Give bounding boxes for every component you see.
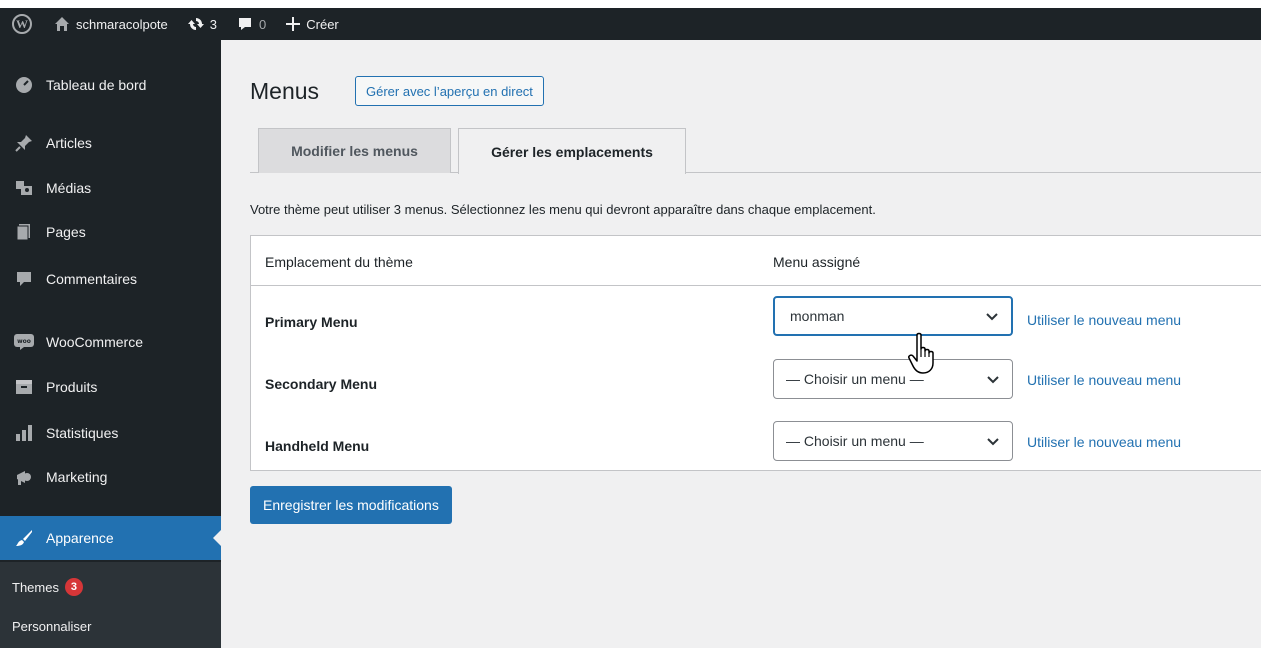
- woocommerce-icon: woo: [14, 332, 34, 352]
- admin-sidebar: Tableau de bord Articles Médias Pages Co…: [0, 40, 221, 648]
- sidebar-item-woocommerce[interactable]: woo WooCommerce: [0, 325, 221, 359]
- pages-icon: [14, 222, 34, 242]
- top-strip: [0, 0, 1261, 8]
- sidebar-item-medias[interactable]: Médias: [0, 171, 221, 205]
- sidebar-item-label: Produits: [46, 379, 98, 395]
- sidebar-item-label: Apparence: [46, 530, 114, 546]
- select-value: monman: [790, 308, 845, 324]
- use-new-menu-link-handheld[interactable]: Utiliser le nouveau menu: [1027, 434, 1181, 450]
- media-icon: [14, 178, 34, 198]
- primary-menu-select[interactable]: monman: [773, 296, 1013, 336]
- home-icon: [55, 17, 69, 31]
- use-new-menu-link-secondary[interactable]: Utiliser le nouveau menu: [1027, 372, 1181, 388]
- location-label-secondary: Secondary Menu: [265, 376, 378, 392]
- wordpress-icon: W: [12, 14, 32, 34]
- updates-count: 3: [209, 16, 218, 32]
- comment-icon: [14, 269, 34, 289]
- dashboard-icon: [14, 75, 34, 95]
- sidebar-item-articles[interactable]: Articles: [0, 126, 221, 160]
- wp-logo-menu[interactable]: W: [0, 8, 44, 40]
- site-name-menu[interactable]: schmaracolpote: [44, 8, 178, 40]
- sidebar-item-label: Médias: [46, 180, 92, 196]
- location-label-primary: Primary Menu: [265, 314, 358, 330]
- products-icon: [14, 377, 34, 397]
- submenu-item-themes[interactable]: Themes 3: [12, 578, 83, 596]
- svg-text:woo: woo: [17, 338, 31, 345]
- sidebar-item-label: WooCommerce: [46, 334, 143, 350]
- chevron-down-icon: [987, 438, 999, 446]
- comments-menu[interactable]: 0: [227, 8, 276, 40]
- select-value: — Choisir un menu —: [786, 371, 924, 387]
- tab-edit-menus[interactable]: Modifier les menus: [258, 128, 451, 173]
- active-indicator: [213, 530, 221, 546]
- new-label: Créer: [306, 16, 339, 32]
- page-title: Menus: [250, 78, 320, 104]
- manage-live-preview-button[interactable]: Gérer avec l’aperçu en direct: [355, 76, 544, 106]
- chevron-down-icon: [986, 313, 998, 321]
- brush-icon: [14, 528, 34, 548]
- submenu-item-label: Themes: [12, 579, 59, 595]
- sidebar-item-label: Marketing: [46, 469, 108, 485]
- sidebar-item-produits[interactable]: Produits: [0, 370, 221, 404]
- select-value: — Choisir un menu —: [786, 433, 924, 449]
- sidebar-item-dashboard[interactable]: Tableau de bord: [0, 68, 221, 102]
- comments-count: 0: [259, 16, 267, 32]
- updates-icon: [187, 18, 204, 30]
- pin-icon: [14, 133, 34, 153]
- sidebar-item-label: Tableau de bord: [46, 77, 147, 93]
- hand-cursor-icon: [908, 332, 934, 374]
- handheld-menu-select[interactable]: — Choisir un menu —: [773, 421, 1013, 461]
- sidebar-item-comments[interactable]: Commentaires: [0, 262, 221, 296]
- updates-menu[interactable]: 3: [178, 8, 227, 40]
- sidebar-item-apparence[interactable]: Apparence: [0, 516, 221, 560]
- sidebar-item-marketing[interactable]: Marketing: [0, 460, 221, 494]
- sidebar-item-label: Articles: [46, 135, 92, 151]
- locations-description: Votre thème peut utiliser 3 menus. Sélec…: [250, 202, 876, 217]
- sidebar-item-label: Commentaires: [46, 271, 138, 287]
- new-content-menu[interactable]: Créer: [276, 8, 349, 40]
- admin-bar: W schmaracolpote 3 0 Créer: [0, 8, 1261, 40]
- tab-manage-locations[interactable]: Gérer les emplacements: [458, 128, 686, 174]
- sidebar-item-label: Pages: [46, 224, 86, 240]
- column-header-assigned-menu: Menu assigné: [773, 254, 861, 270]
- tab-label: Modifier les menus: [291, 143, 418, 159]
- sidebar-item-statistiques[interactable]: Statistiques: [0, 416, 221, 450]
- use-new-menu-link-primary[interactable]: Utiliser le nouveau menu: [1027, 312, 1181, 328]
- column-header-location: Emplacement du thème: [265, 254, 413, 270]
- stats-icon: [14, 423, 34, 443]
- sidebar-item-pages[interactable]: Pages: [0, 215, 221, 249]
- tab-label: Gérer les emplacements: [491, 143, 653, 160]
- sidebar-item-label: Statistiques: [46, 425, 119, 441]
- submenu-item-label: Personnaliser: [12, 619, 92, 634]
- chevron-down-icon: [987, 376, 999, 384]
- submenu-item-personnaliser[interactable]: Personnaliser: [12, 619, 92, 634]
- plus-icon: [286, 17, 301, 31]
- appearance-submenu: Themes 3 Personnaliser: [0, 562, 221, 648]
- save-changes-button[interactable]: Enregistrer les modifications: [250, 486, 452, 524]
- site-name: schmaracolpote: [76, 16, 168, 32]
- menu-locations-table: Emplacement du thème Menu assigné Primar…: [250, 235, 1261, 471]
- comment-bubble-icon: [239, 18, 252, 30]
- location-label-handheld: Handheld Menu: [265, 438, 370, 454]
- secondary-menu-select[interactable]: — Choisir un menu —: [773, 359, 1013, 399]
- megaphone-icon: [14, 467, 34, 487]
- table-header: Emplacement du thème Menu assigné: [251, 236, 1261, 286]
- themes-update-badge: 3: [64, 578, 83, 596]
